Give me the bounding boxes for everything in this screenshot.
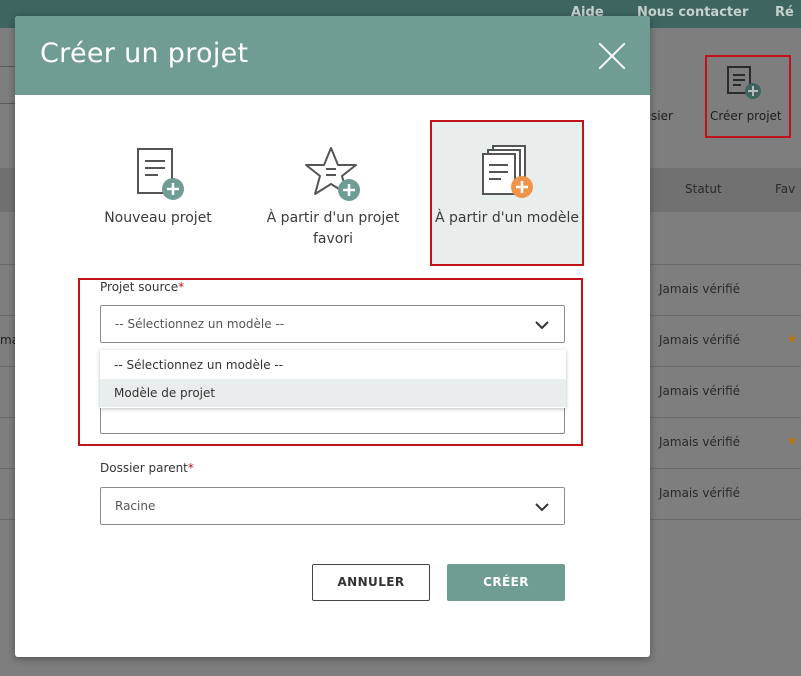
parent-select-value: Racine — [115, 499, 156, 513]
row-status: Jamais vérifié — [659, 435, 741, 449]
column-status[interactable]: Statut — [685, 182, 722, 196]
create-project-toolbar-label: Créer projet — [710, 109, 782, 123]
source-project-select[interactable]: -- Sélectionnez un modèle -- — [100, 305, 565, 343]
source-dropdown-list: -- Sélectionnez un modèle -- Modèle de p… — [100, 350, 566, 408]
column-favorite[interactable]: Fav — [775, 182, 795, 196]
row-status: Jamais vérifié — [659, 282, 741, 296]
option-label-text: Nouveau projet — [104, 210, 212, 226]
row-status: Jamais vérifié — [659, 486, 741, 500]
option-label-text: À partir d'un modèle — [435, 210, 579, 226]
modal-header: Créer un projet — [15, 16, 650, 95]
new-document-plus-icon — [137, 148, 184, 200]
parent-field-label: Dossier parent* — [100, 461, 194, 475]
option-from-favorite-label: À partir d'un projet favori — [258, 208, 408, 250]
template-plus-icon — [482, 145, 533, 198]
create-project-icon — [727, 66, 761, 99]
create-project-modal: Créer un projet Nouveau projet À partir … — [15, 16, 650, 657]
option-from-favorite[interactable]: À partir d'un projet favori — [258, 120, 408, 264]
dropdown-option[interactable]: Modèle de projet — [100, 379, 566, 407]
modal-title: Créer un projet — [40, 38, 249, 69]
option-new-project[interactable]: Nouveau projet — [83, 120, 233, 264]
cancel-button[interactable]: ANNULER — [312, 564, 430, 601]
source-field-label: Projet source* — [100, 280, 184, 294]
favorite-star-icon[interactable]: ★ — [786, 434, 798, 449]
row-status: Jamais vérifié — [659, 333, 741, 347]
required-mark: * — [187, 461, 194, 475]
background-input-edge — [0, 66, 16, 104]
parent-folder-select[interactable]: Racine — [100, 487, 565, 525]
close-icon[interactable] — [598, 42, 626, 70]
chevron-down-icon — [535, 321, 549, 330]
required-mark: * — [178, 280, 185, 294]
star-plus-icon — [305, 147, 360, 201]
source-select-value: -- Sélectionnez un modèle -- — [115, 317, 285, 331]
contact-link[interactable]: Nous contacter — [637, 5, 748, 20]
option-label-text: À partir d'un projet favori — [266, 210, 400, 247]
create-button[interactable]: CRÉER — [447, 564, 565, 601]
option-new-project-label: Nouveau projet — [83, 208, 233, 229]
top-link-partial[interactable]: Ré — [775, 5, 794, 20]
dropdown-option[interactable]: -- Sélectionnez un modèle -- — [100, 351, 566, 379]
row-status: Jamais vérifié — [659, 384, 741, 398]
parent-label-text: Dossier parent — [100, 461, 188, 475]
folder-button-label: sier — [651, 109, 673, 123]
option-from-template[interactable]: À partir d'un modèle — [430, 120, 584, 266]
source-label-text: Projet source — [100, 280, 179, 294]
favorite-star-icon[interactable]: ★ — [786, 332, 798, 347]
option-from-template-label: À partir d'un modèle — [432, 208, 582, 229]
chevron-down-icon — [535, 503, 549, 512]
